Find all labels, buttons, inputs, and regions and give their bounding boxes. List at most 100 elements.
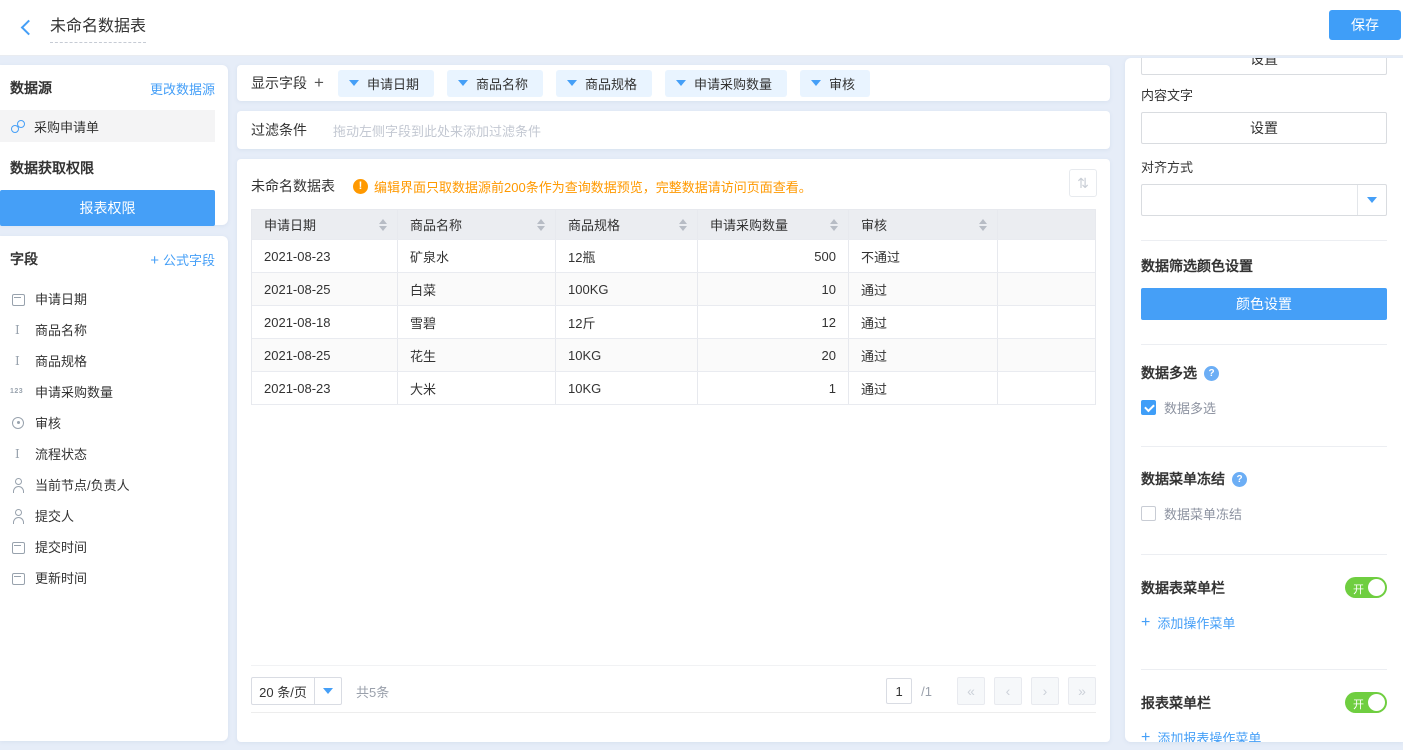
column-header-empty — [998, 210, 1095, 239]
caret-down-icon — [1357, 185, 1386, 215]
field-chip[interactable]: 申请采购数量 — [665, 70, 787, 97]
menu-freeze-title-text: 数据菜单冻结 — [1141, 469, 1225, 489]
content-text-settings-button[interactable]: 设置 — [1141, 112, 1387, 144]
sort-order-button[interactable]: ⇅ — [1069, 169, 1097, 197]
field-item[interactable]: 商品名称 — [0, 314, 215, 345]
add-display-field-icon[interactable]: + — [314, 73, 324, 93]
add-report-operation-menu-link[interactable]: + 添加报表操作菜单 — [1141, 728, 1387, 742]
column-header[interactable]: 申请日期 — [252, 210, 398, 239]
column-header[interactable]: 申请采购数量 — [698, 210, 849, 239]
multi-select-checkbox-row[interactable]: 数据多选 — [1141, 398, 1387, 417]
field-item[interactable]: 申请日期 — [0, 283, 215, 314]
cell: 2021-08-25 — [252, 339, 398, 371]
cell: 2021-08-23 — [252, 372, 398, 404]
field-label: 审核 — [35, 413, 61, 432]
total-count: 共5条 — [356, 682, 389, 701]
field-item[interactable]: 当前节点/负责人 — [0, 469, 215, 500]
chip-label: 商品名称 — [476, 74, 528, 93]
page-size-select[interactable]: 20 条/页 — [251, 677, 342, 705]
display-fields-bar: 显示字段 + 申请日期 商品名称 商品规格 申请采购数量 审核 — [237, 65, 1110, 101]
align-select[interactable] — [1141, 184, 1387, 216]
change-datasource-link[interactable]: 更改数据源 — [150, 79, 215, 98]
settings-button-clipped[interactable]: 设置 — [1141, 58, 1387, 75]
cell: 10KG — [556, 372, 698, 404]
color-settings-button[interactable]: 颜色设置 — [1141, 288, 1387, 320]
next-page-button[interactable]: › — [1031, 677, 1059, 705]
field-chip[interactable]: 商品名称 — [447, 70, 543, 97]
cell: 12斤 — [556, 306, 698, 338]
column-label: 商品规格 — [568, 215, 620, 234]
column-header[interactable]: 商品规格 — [556, 210, 698, 239]
table-title: 未命名数据表 — [251, 176, 335, 196]
divider — [1141, 554, 1387, 555]
table-menu-toggle-on[interactable]: 开 — [1345, 577, 1387, 598]
column-sort-icon — [379, 219, 387, 231]
align-select-value — [1142, 185, 1357, 215]
field-chip[interactable]: 审核 — [800, 70, 870, 97]
chip-label: 申请采购数量 — [694, 74, 772, 93]
last-page-button[interactable]: » — [1068, 677, 1096, 705]
table-menu-row: 数据表菜单栏 开 — [1141, 577, 1387, 598]
column-header[interactable]: 商品名称 — [398, 210, 556, 239]
datasource-item[interactable]: 采购申请单 — [0, 110, 215, 142]
toggle-label: 开 — [1353, 696, 1364, 712]
display-fields-label: 显示字段 — [251, 73, 307, 93]
datasource-title: 数据源 — [10, 78, 52, 98]
settings-panel: 设置 内容文字 设置 对齐方式 数据筛选颜色设置 颜色设置 数据多选 ? 数据多… — [1125, 58, 1403, 742]
report-permission-button[interactable]: 报表权限 — [0, 190, 215, 226]
add-operation-menu-link[interactable]: + 添加操作菜单 — [1141, 613, 1387, 632]
calendar-icon — [10, 291, 26, 307]
align-label: 对齐方式 — [1141, 157, 1387, 176]
cell: 1 — [698, 372, 849, 404]
cell: 花生 — [398, 339, 556, 371]
field-chip[interactable]: 商品规格 — [556, 70, 652, 97]
first-page-button[interactable]: « — [957, 677, 985, 705]
field-chip[interactable]: 申请日期 — [338, 70, 434, 97]
field-item[interactable]: 商品规格 — [0, 345, 215, 376]
column-label: 审核 — [861, 215, 887, 234]
help-icon[interactable]: ? — [1204, 366, 1219, 381]
plus-icon: + — [1141, 614, 1150, 632]
field-item[interactable]: 更新时间 — [0, 562, 215, 593]
field-label: 更新时间 — [35, 568, 87, 587]
table-row: 2021-08-18 雪碧 12斤 12 通过 — [252, 306, 1095, 339]
field-item[interactable]: 审核 — [0, 407, 215, 438]
field-item[interactable]: 提交人 — [0, 500, 215, 531]
chip-label: 商品规格 — [585, 74, 637, 93]
add-formula-field-link[interactable]: +公式字段 — [150, 250, 215, 269]
pagination-bar: 20 条/页 共5条 1 /1 « ‹ › » — [251, 665, 1096, 713]
page-title[interactable]: 未命名数据表 — [50, 12, 146, 43]
cell: 100KG — [556, 273, 698, 305]
cell-empty — [998, 240, 1095, 272]
menu-freeze-checkbox-row[interactable]: 数据菜单冻结 — [1141, 504, 1387, 523]
cell: 不通过 — [849, 240, 998, 272]
top-bar: 未命名数据表 保存 — [0, 0, 1403, 55]
cell: 12 — [698, 306, 849, 338]
checkbox-label: 数据多选 — [1164, 398, 1216, 417]
prev-page-button[interactable]: ‹ — [994, 677, 1022, 705]
field-item[interactable]: 提交时间 — [0, 531, 215, 562]
column-sort-icon — [830, 219, 838, 231]
report-menu-title: 报表菜单栏 — [1141, 693, 1211, 713]
field-item[interactable]: 流程状态 — [0, 438, 215, 469]
field-item[interactable]: 申请采购数量 — [0, 376, 215, 407]
text-field-icon — [10, 322, 26, 338]
add-operation-menu-label: 添加操作菜单 — [1157, 613, 1235, 632]
calendar-icon — [10, 539, 26, 555]
save-button[interactable]: 保存 — [1329, 10, 1401, 40]
cell: 通过 — [849, 339, 998, 371]
field-label: 提交时间 — [35, 537, 87, 556]
cell: 10 — [698, 273, 849, 305]
content-text-label: 内容文字 — [1141, 85, 1387, 104]
filter-bar[interactable]: 过滤条件 拖动左侧字段到此处来添加过滤条件 — [237, 111, 1110, 149]
checkbox-checked[interactable] — [1141, 400, 1156, 415]
plus-icon: + — [1141, 729, 1150, 743]
current-page-input[interactable]: 1 — [886, 678, 912, 704]
chip-label: 申请日期 — [367, 74, 419, 93]
checkbox-unchecked[interactable] — [1141, 506, 1156, 521]
fields-panel: 字段 +公式字段 申请日期 商品名称 商品规格 申请采购数量 审核 流程状态 当… — [0, 236, 228, 741]
help-icon[interactable]: ? — [1232, 472, 1247, 487]
report-menu-toggle-on[interactable]: 开 — [1345, 692, 1387, 713]
back-icon[interactable] — [16, 17, 38, 39]
column-header[interactable]: 审核 — [849, 210, 998, 239]
